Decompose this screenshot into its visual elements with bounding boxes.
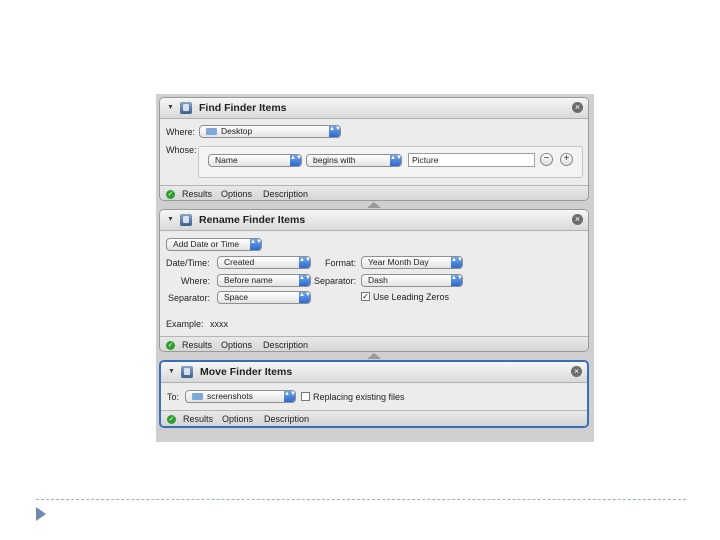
action-body: To: screenshots ▲▼ Replacing existing fi…	[161, 383, 587, 410]
format-label: Format:	[324, 258, 356, 268]
finder-app-icon	[181, 366, 193, 378]
description-button[interactable]: Description	[263, 189, 308, 199]
slide-bullet-icon	[36, 507, 46, 521]
separator-label: Separator:	[167, 293, 210, 303]
attribute-popup[interactable]: Name ▲▼	[208, 154, 302, 167]
attribute-value: Name	[215, 155, 238, 165]
operator-popup[interactable]: begins with ▲▼	[306, 154, 402, 167]
separator-popup[interactable]: Space ▲▼	[217, 291, 311, 304]
action-title: Find Finder Items	[199, 102, 287, 114]
options-button[interactable]: Options	[222, 414, 253, 424]
status-ok-icon: ✓	[166, 341, 175, 350]
action-body: Add Date or Time ▲▼ Date/Time: Created ▲…	[160, 231, 588, 336]
criteria-box: Name ▲▼ begins with ▲▼ Picture − +	[198, 146, 583, 178]
datetime-label: Date/Time:	[166, 258, 210, 268]
popup-arrows-icon: ▲▼	[250, 239, 261, 250]
action-rename-finder-items: ▼ Rename Finder Items × Add Date or Time…	[159, 209, 589, 352]
operator-value: begins with	[313, 155, 356, 165]
action-header: ▼ Find Finder Items ×	[160, 98, 588, 119]
action-footer: ✓ Results Options Description	[161, 410, 587, 426]
replace-existing-checkbox[interactable]	[301, 392, 310, 401]
popup-arrows-icon: ▲▼	[290, 155, 301, 166]
results-button[interactable]: Results	[182, 189, 212, 199]
rename-where-label: Where:	[180, 276, 210, 286]
description-button[interactable]: Description	[263, 340, 308, 350]
results-button[interactable]: Results	[182, 340, 212, 350]
add-criterion-button[interactable]: +	[560, 153, 573, 166]
action-title: Move Finder Items	[200, 366, 293, 378]
action-body: Where: Desktop ▲▼ Whose: Name ▲▼ begins …	[160, 119, 588, 185]
popup-arrows-icon: ▲▼	[299, 275, 310, 286]
where-value: Desktop	[221, 126, 253, 136]
format-popup[interactable]: Year Month Day ▲▼	[361, 256, 463, 269]
status-ok-icon: ✓	[166, 190, 175, 199]
disclosure-triangle-icon[interactable]: ▼	[168, 368, 175, 375]
separator2-label: Separator:	[313, 276, 356, 286]
separator-value: Space	[224, 292, 249, 302]
popup-arrows-icon: ▲▼	[390, 155, 401, 166]
popup-arrows-icon: ▲▼	[284, 391, 295, 402]
action-connector	[367, 202, 381, 208]
rename-where-value: Before name	[224, 275, 273, 285]
to-label: To:	[167, 392, 180, 402]
where-label: Where:	[166, 127, 196, 137]
close-icon[interactable]: ×	[572, 214, 583, 225]
datetime-value: Created	[224, 257, 255, 267]
popup-arrows-icon: ▲▼	[299, 292, 310, 303]
separator2-value: Dash	[368, 275, 388, 285]
example-value: xxxx	[210, 319, 228, 329]
remove-criterion-button[interactable]: −	[540, 153, 553, 166]
finder-app-icon	[180, 102, 192, 114]
folder-icon	[192, 393, 203, 400]
description-button[interactable]: Description	[264, 414, 309, 424]
folder-icon	[206, 128, 217, 135]
popup-arrows-icon: ▲▼	[451, 275, 462, 286]
datetime-popup[interactable]: Created ▲▼	[217, 256, 311, 269]
where-popup[interactable]: Desktop ▲▼	[199, 125, 341, 138]
action-header: ▼ Move Finder Items ×	[161, 362, 587, 383]
action-header: ▼ Rename Finder Items ×	[160, 210, 588, 231]
popup-arrows-icon: ▲▼	[299, 257, 310, 268]
value-field[interactable]: Picture	[408, 153, 535, 167]
separator2-popup[interactable]: Dash ▲▼	[361, 274, 463, 287]
action-move-finder-items: ▼ Move Finder Items × To: screenshots ▲▼…	[159, 360, 589, 428]
status-ok-icon: ✓	[167, 415, 176, 424]
finder-app-icon	[180, 214, 192, 226]
destination-value: screenshots	[207, 391, 253, 401]
example-label: Example:	[166, 319, 204, 329]
slide-divider	[36, 499, 686, 500]
disclosure-triangle-icon[interactable]: ▼	[167, 216, 174, 223]
leading-zeros-label: Use Leading Zeros	[373, 292, 450, 302]
close-icon[interactable]: ×	[571, 366, 582, 377]
popup-arrows-icon: ▲▼	[451, 257, 462, 268]
action-footer: ✓ Results Options Description	[160, 185, 588, 200]
whose-label: Whose:	[166, 145, 197, 155]
close-icon[interactable]: ×	[572, 102, 583, 113]
rename-mode-popup[interactable]: Add Date or Time ▲▼	[166, 238, 262, 251]
disclosure-triangle-icon[interactable]: ▼	[167, 104, 174, 111]
options-button[interactable]: Options	[221, 340, 252, 350]
action-connector	[367, 353, 381, 359]
automator-workflow: ▼ Find Finder Items × Where: Desktop ▲▼ …	[156, 94, 594, 442]
leading-zeros-checkbox[interactable]: ✓	[361, 292, 370, 301]
rename-where-popup[interactable]: Before name ▲▼	[217, 274, 311, 287]
popup-arrows-icon: ▲▼	[329, 126, 340, 137]
replace-existing-label: Replacing existing files	[313, 392, 405, 402]
options-button[interactable]: Options	[221, 189, 252, 199]
action-title: Rename Finder Items	[199, 214, 306, 226]
destination-popup[interactable]: screenshots ▲▼	[185, 390, 296, 403]
action-find-finder-items: ▼ Find Finder Items × Where: Desktop ▲▼ …	[159, 97, 589, 201]
action-footer: ✓ Results Options Description	[160, 336, 588, 351]
rename-mode-value: Add Date or Time	[173, 239, 240, 249]
format-value: Year Month Day	[368, 257, 429, 267]
results-button[interactable]: Results	[183, 414, 213, 424]
